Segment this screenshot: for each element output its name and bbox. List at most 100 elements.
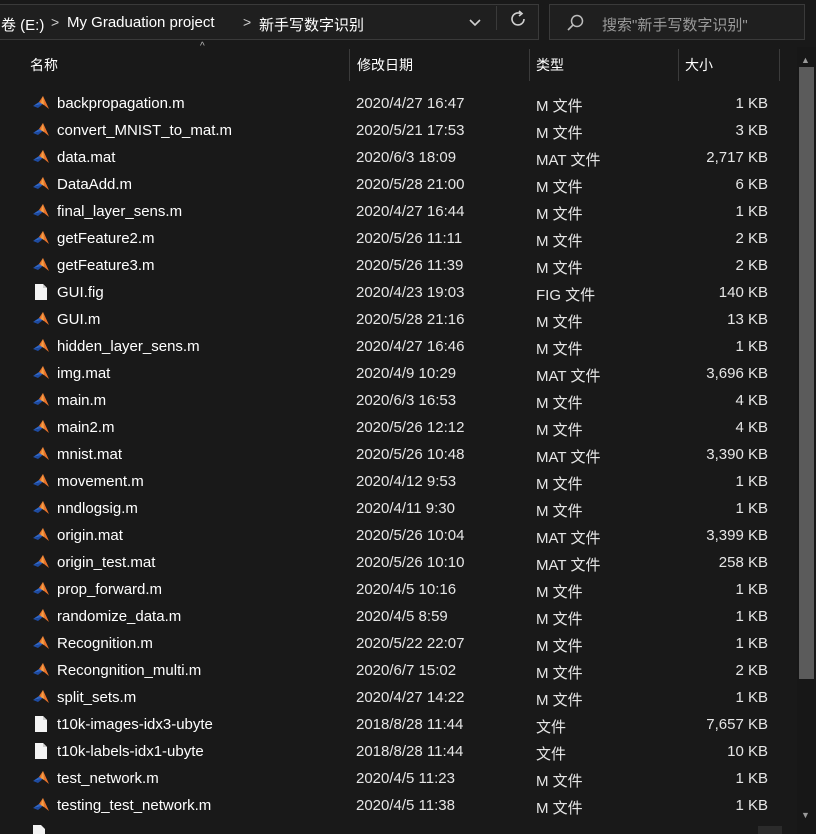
matlab-file-icon xyxy=(32,391,50,409)
blank-file-icon xyxy=(32,715,50,733)
file-row[interactable]: main.m 2020/6/3 16:53 M 文件 4 KB xyxy=(22,387,782,414)
file-size: 1 KB xyxy=(735,797,768,814)
column-divider[interactable] xyxy=(349,49,350,81)
matlab-file-icon xyxy=(32,94,50,112)
vertical-scrollbar[interactable]: ▲ ▼ xyxy=(797,47,816,834)
file-size: 140 KB xyxy=(718,284,768,301)
file-row[interactable]: testing_test_network.m 2020/4/5 11:38 M 文件… xyxy=(22,792,782,819)
file-row[interactable]: nndlogsig.m 2020/4/11 9:30 M 文件 1 KB xyxy=(22,495,782,522)
file-size: 2 KB xyxy=(735,662,768,679)
chevron-down-icon[interactable] xyxy=(465,15,485,31)
file-name: hidden_layer_sens.m xyxy=(57,338,200,355)
file-size: 1 KB xyxy=(735,338,768,355)
file-size: 3,399 KB xyxy=(706,527,768,544)
file-row[interactable]: origin.mat 2020/5/26 10:04 MAT 文件 3,399 KB xyxy=(22,522,782,549)
file-type: M 文件 xyxy=(536,800,583,817)
file-size: 258 KB xyxy=(718,554,768,571)
file-type: M 文件 xyxy=(536,422,583,439)
file-row[interactable]: data.mat 2020/6/3 18:09 MAT 文件 2,717 KB xyxy=(22,144,782,171)
file-name: main.m xyxy=(57,392,107,409)
file-row[interactable]: hidden_layer_sens.m 2020/4/27 16:46 M 文件 1 … xyxy=(22,333,782,360)
file-name: movement.m xyxy=(57,473,144,490)
file-row[interactable]: mnist.mat 2020/5/26 10:48 MAT 文件 3,390 KB xyxy=(22,441,782,468)
file-date: 2020/5/28 21:00 xyxy=(356,176,465,193)
file-size: 6 KB xyxy=(735,176,768,193)
file-type: MAT 文件 xyxy=(536,449,601,466)
file-row[interactable]: GUI.m 2020/5/28 21:16 M 文件 13 KB xyxy=(22,306,782,333)
file-date: 2020/6/7 15:02 xyxy=(356,662,457,679)
file-size: 1 KB xyxy=(735,581,768,598)
breadcrumb-project[interactable]: My Graduation project xyxy=(67,14,215,31)
file-date: 2020/4/5 10:16 xyxy=(356,581,457,598)
search-box[interactable]: 搜索"新手写数字识别" xyxy=(549,4,805,40)
scroll-thumb[interactable] xyxy=(799,67,814,679)
file-name: GUI.m xyxy=(57,311,101,328)
file-size: 10 KB xyxy=(727,743,768,760)
file-row[interactable]: split_sets.m 2020/4/27 14:22 M 文件 1 KB xyxy=(22,684,782,711)
column-header-name[interactable]: 名称 xyxy=(30,47,58,83)
scroll-up-icon[interactable]: ▲ xyxy=(801,55,810,65)
file-date: 2020/5/26 10:10 xyxy=(356,554,465,571)
matlab-file-icon xyxy=(32,256,50,274)
file-date: 2020/5/22 22:07 xyxy=(356,635,465,652)
file-row[interactable]: DataAdd.m 2020/5/28 21:00 M 文件 6 KB xyxy=(22,171,782,198)
file-date: 2020/4/5 8:59 xyxy=(356,608,448,625)
file-date: 2020/5/26 11:11 xyxy=(356,230,463,247)
file-row[interactable]: getFeature3.m 2020/5/26 11:39 M 文件 2 KB xyxy=(22,252,782,279)
column-header-size[interactable]: 大小 xyxy=(685,47,713,83)
file-row[interactable]: test_network.m 2020/4/5 11:23 M 文件 1 KB xyxy=(22,765,782,792)
column-divider[interactable] xyxy=(678,49,679,81)
column-header-date[interactable]: 修改日期 xyxy=(357,47,413,83)
file-date: 2018/8/28 11:44 xyxy=(356,716,464,733)
file-date: 2020/4/27 16:46 xyxy=(356,338,465,355)
file-row[interactable]: convert_MNIST_to_mat.m 2020/5/21 17:53 M 文… xyxy=(22,117,782,144)
file-row[interactable]: GUI.fig 2020/4/23 19:03 FIG 文件 140 KB xyxy=(22,279,782,306)
file-date: 2020/5/26 12:12 xyxy=(356,419,465,436)
matlab-file-icon xyxy=(32,607,50,625)
breadcrumb-drive[interactable]: 卷 (E:) xyxy=(1,14,44,35)
file-row[interactable]: Recongnition_multi.m 2020/6/7 15:02 M 文件 2 … xyxy=(22,657,782,684)
file-row[interactable]: final_layer_sens.m 2020/4/27 16:44 M 文件 1 K… xyxy=(22,198,782,225)
file-size: 3,390 KB xyxy=(706,446,768,463)
file-row[interactable]: movement.m 2020/4/12 9:53 M 文件 1 KB xyxy=(22,468,782,495)
matlab-file-icon xyxy=(32,472,50,490)
file-date: 2020/4/27 14:22 xyxy=(356,689,465,706)
file-name: randomize_data.m xyxy=(57,608,182,625)
column-header-type[interactable]: 类型 xyxy=(536,47,564,83)
breadcrumb-current-folder[interactable]: 新手写数字识别 xyxy=(259,14,364,35)
address-bar[interactable]: 卷 (E:) > My Graduation project > 新手写数字识别 xyxy=(0,4,539,40)
file-date: 2020/5/26 11:39 xyxy=(356,257,464,274)
matlab-file-icon xyxy=(32,445,50,463)
breadcrumb-separator: > xyxy=(243,14,252,30)
file-size: 3 KB xyxy=(735,122,768,139)
file-row[interactable]: backpropagation.m 2020/4/27 16:47 M 文件 1 KB xyxy=(22,90,782,117)
file-row[interactable]: randomize_data.m 2020/4/5 8:59 M 文件 1 KB xyxy=(22,603,782,630)
file-row[interactable]: getFeature2.m 2020/5/26 11:11 M 文件 2 KB xyxy=(22,225,782,252)
file-list: backpropagation.m 2020/4/27 16:47 M 文件 1 KB… xyxy=(22,90,782,819)
file-row[interactable]: img.mat 2020/4/9 10:29 MAT 文件 3,696 KB xyxy=(22,360,782,387)
file-size: 7,657 KB xyxy=(706,716,768,733)
file-name: prop_forward.m xyxy=(57,581,163,598)
file-name: testing_test_network.m xyxy=(57,797,212,814)
file-type: M 文件 xyxy=(536,98,583,115)
file-name: backpropagation.m xyxy=(57,95,185,112)
file-type: M 文件 xyxy=(536,260,583,277)
file-name: split_sets.m xyxy=(57,689,137,706)
column-divider[interactable] xyxy=(779,49,780,81)
refresh-icon[interactable] xyxy=(507,8,529,30)
file-row[interactable]: t10k-images-idx3-ubyte 2018/8/28 11:44 文件 7… xyxy=(22,711,782,738)
search-icon xyxy=(567,14,584,31)
file-row[interactable]: prop_forward.m 2020/4/5 10:16 M 文件 1 KB xyxy=(22,576,782,603)
file-name: origin_test.mat xyxy=(57,554,156,571)
file-name: img.mat xyxy=(57,365,111,382)
file-row[interactable]: origin_test.mat 2020/5/26 10:10 MAT 文件 258 … xyxy=(22,549,782,576)
file-row[interactable]: main2.m 2020/5/26 12:12 M 文件 4 KB xyxy=(22,414,782,441)
file-type: M 文件 xyxy=(536,341,583,358)
file-row[interactable]: t10k-labels-idx1-ubyte 2018/8/28 11:44 文件 1… xyxy=(22,738,782,765)
file-size: 4 KB xyxy=(735,419,768,436)
file-type: MAT 文件 xyxy=(536,368,601,385)
scroll-down-icon[interactable]: ▼ xyxy=(801,810,810,820)
file-row[interactable]: Recognition.m 2020/5/22 22:07 M 文件 1 KB xyxy=(22,630,782,657)
column-divider[interactable] xyxy=(529,49,530,81)
file-type: M 文件 xyxy=(536,503,583,520)
